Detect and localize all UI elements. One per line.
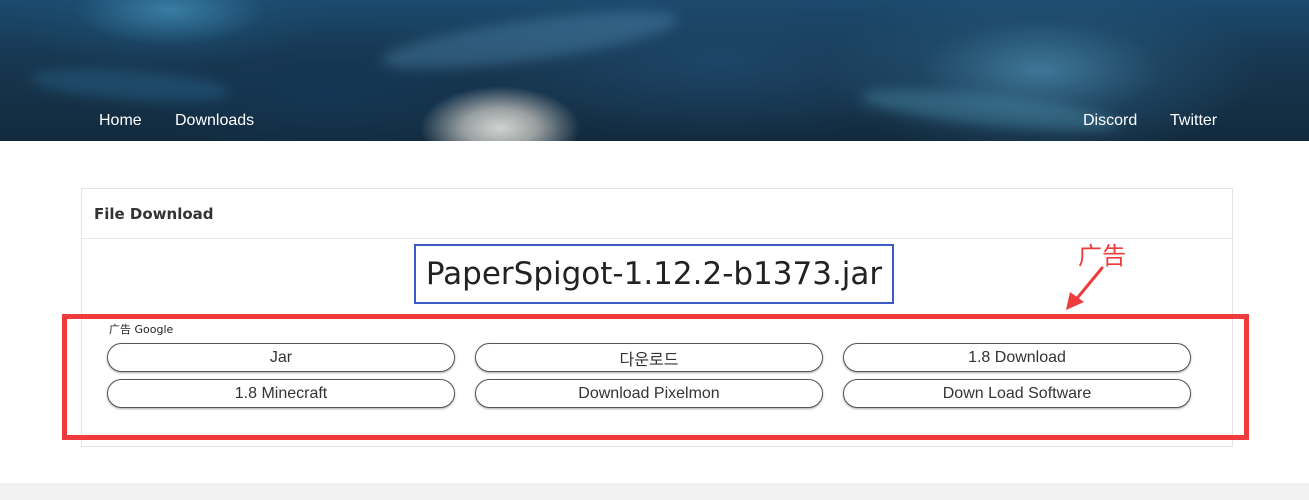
filename: PaperSpigot-1.12.2-b1373.jar bbox=[425, 256, 883, 292]
filename-highlight-box: PaperSpigot-1.12.2-b1373.jar bbox=[414, 244, 894, 304]
ad-button-1-8-download[interactable]: 1.8 Download bbox=[843, 343, 1191, 372]
nav-downloads[interactable]: Downloads bbox=[175, 112, 254, 130]
ad-button-download-software[interactable]: Down Load Software bbox=[843, 379, 1191, 408]
ad-button-jar[interactable]: Jar bbox=[107, 343, 455, 372]
ad-label: 广告 Google bbox=[109, 323, 173, 336]
ad-button-1-8-minecraft[interactable]: 1.8 Minecraft bbox=[107, 379, 455, 408]
annotation-arrow-icon bbox=[1066, 266, 1104, 310]
nav-home[interactable]: Home bbox=[99, 112, 142, 130]
ad-highlight-frame bbox=[62, 314, 1249, 440]
nav-discord[interactable]: Discord bbox=[1083, 112, 1137, 130]
nav-twitter[interactable]: Twitter bbox=[1170, 112, 1217, 130]
card-header: File Download bbox=[82, 189, 1232, 239]
card-title: File Download bbox=[94, 205, 214, 223]
footer-band bbox=[0, 483, 1309, 500]
ad-button-download-korean[interactable]: 다운로드 bbox=[475, 343, 823, 372]
ad-button-download-pixelmon[interactable]: Download Pixelmon bbox=[475, 379, 823, 408]
